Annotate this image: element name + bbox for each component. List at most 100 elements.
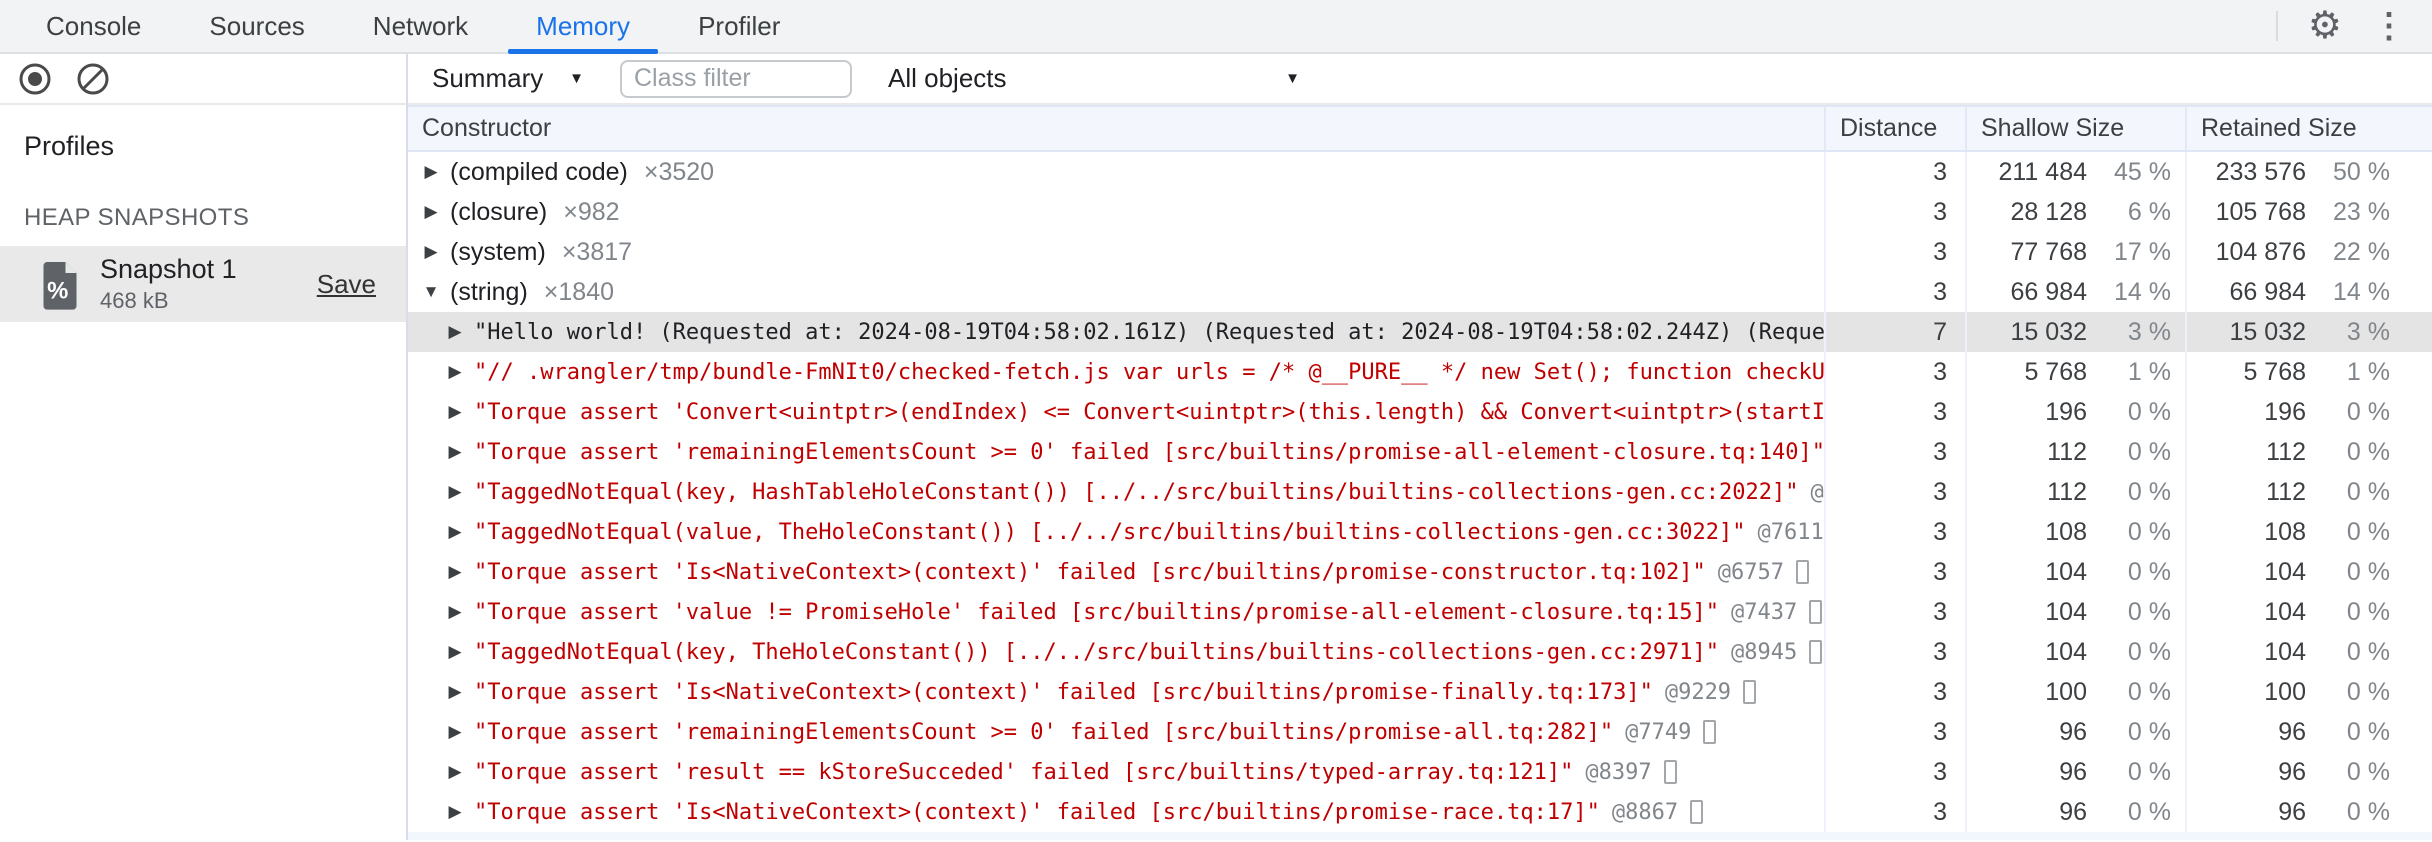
expander-triangle-icon[interactable]: ▶ [446,322,464,342]
string-value: "Torque assert 'remainingElementsCount >… [474,439,1824,465]
missing-glyph-box-icon [1703,720,1717,744]
retained-size-value: 233 576 [2215,157,2306,186]
devtools-tabbar: Console Sources Network Memory Profiler … [0,0,2432,54]
record-heap-snapshot-icon[interactable] [18,62,52,96]
instance-count: ×3520 [643,157,715,186]
shallow-size-percent: 6 % [2127,197,2171,226]
retained-size-value: 112 [2266,477,2306,506]
constructor-name: (compiled code) [450,157,628,186]
distance-value: 3 [1824,352,1965,392]
expander-triangle-icon[interactable]: ▶ [446,682,464,702]
table-row[interactable]: ▶ "Torque assert 'Is<NativeContext>(cont… [408,792,2432,832]
tab-memory[interactable]: Memory [502,0,664,54]
shallow-size-value: 66 984 [2010,277,2087,306]
retained-size-percent: 0 % [2346,557,2390,586]
expander-triangle-icon[interactable]: ▶ [446,402,464,422]
object-id: @7437 [1731,599,1798,625]
table-row[interactable]: ▶ "TaggedNotEqual(key, TheHoleConstant()… [408,632,2432,672]
shallow-size-value: 112 [2047,437,2087,466]
shallow-size-value: 104 [2045,557,2087,586]
column-header-constructor[interactable]: Constructor [408,107,1824,150]
retained-size-percent: 50 % [2333,157,2390,186]
table-row[interactable]: ▶ (system) ×3817 3 77 768 17 % 104 876 2… [408,232,2432,272]
table-row[interactable]: ▶ "Torque assert 'value != PromiseHole' … [408,592,2432,632]
retained-size-percent: 3 % [2346,317,2390,346]
perspective-select[interactable]: Summary ▼ [418,54,598,103]
expander-triangle-icon[interactable]: ▶ [446,802,464,822]
object-id: @8867 [1611,799,1679,825]
table-row[interactable]: ▶ "Hello world! (Requested at: 2024-08-1… [408,312,2432,352]
string-value: "Torque assert 'Convert<uintptr>(endInde… [474,399,1824,425]
expander-triangle-icon[interactable]: ▶ [422,242,440,262]
table-row[interactable]: ▶ "Torque assert 'remainingElementsCount… [408,712,2432,752]
save-snapshot-link[interactable]: Save [317,269,376,300]
table-row[interactable]: ▶ (compiled code) ×3520 3 211 484 45 % 2… [408,152,2432,192]
shallow-size-percent: 45 % [2114,157,2171,186]
table-row[interactable]: ▶ (closure) ×982 3 28 128 6 % 105 768 23… [408,192,2432,232]
table-row[interactable]: ▼ (string) ×1840 3 66 984 14 % 66 984 14… [408,272,2432,312]
expander-triangle-icon[interactable]: ▶ [422,162,440,182]
table-row[interactable]: ▶ "Torque assert 'remainingElementsCount… [408,432,2432,472]
snapshot-name: Snapshot 1 [100,254,237,284]
expander-triangle-icon[interactable]: ▶ [446,722,464,742]
tab-network[interactable]: Network [339,0,502,52]
object-id: @6757 [1717,559,1785,585]
expander-triangle-icon[interactable]: ▶ [446,562,464,582]
table-row[interactable]: ▶ "// .wrangler/tmp/bundle-FmNIt0/checke… [408,352,2432,392]
expander-triangle-icon[interactable]: ▶ [446,602,464,622]
table-row[interactable]: ▶ "Torque assert 'result == kStoreSucced… [408,752,2432,792]
expander-triangle-icon[interactable]: ▶ [446,442,464,462]
tab-console[interactable]: Console [12,0,175,52]
table-row[interactable]: ▶ "TaggedNotEqual(value, TheHoleConstant… [408,512,2432,552]
shallow-size-percent: 0 % [2127,597,2171,626]
clear-profiles-icon[interactable] [76,62,110,96]
objects-filter-select[interactable]: All objects ▼ [874,54,1314,103]
devtools-memory-panel: Console Sources Network Memory Profiler … [0,0,2432,842]
expander-triangle-icon[interactable]: ▶ [422,202,440,222]
shallow-size-percent: 0 % [2127,637,2171,666]
class-filter-input[interactable] [620,59,852,98]
shallow-size-percent: 0 % [2127,437,2171,466]
expander-triangle-icon[interactable]: ▶ [446,642,464,662]
shallow-size-percent: 0 % [2127,677,2171,706]
chevron-down-icon: ▼ [569,70,584,87]
expander-triangle-icon[interactable]: ▶ [446,522,464,542]
column-header-retained-size[interactable]: Retained Size [2185,107,2428,150]
expander-triangle-icon[interactable]: ▼ [422,282,440,302]
tab-sources[interactable]: Sources [175,0,338,52]
expander-triangle-icon[interactable]: ▶ [446,762,464,782]
shallow-size-value: 100 [2045,677,2087,706]
instance-count: ×3817 [561,237,633,266]
retained-size-value: 196 [2264,397,2306,426]
shallow-size-value: 108 [2045,517,2087,546]
grid-body: ▶ (compiled code) ×3520 3 211 484 45 % 2… [408,152,2432,832]
column-header-shallow-size[interactable]: Shallow Size [1965,107,2185,150]
expander-triangle-icon[interactable]: ▶ [446,482,464,502]
table-row[interactable]: ▶ "Torque assert 'Convert<uintptr>(endIn… [408,392,2432,432]
table-row[interactable]: ▶ "TaggedNotEqual(key, HashTableHoleCons… [408,472,2432,512]
string-value: "Hello world! (Requested at: 2024-08-19T… [474,319,1824,345]
more-options-icon[interactable]: ⋮ [2372,9,2406,43]
shallow-size-percent: 0 % [2127,477,2171,506]
retained-size-percent: 1 % [2346,357,2390,386]
table-row[interactable]: ▶ "Torque assert 'Is<NativeContext>(cont… [408,672,2432,712]
retained-size-percent: 0 % [2346,637,2390,666]
table-row[interactable]: ▶ "Torque assert 'Is<NativeContext>(cont… [408,552,2432,592]
tab-profiler[interactable]: Profiler [664,0,814,52]
distance-value: 3 [1824,672,1965,712]
snapshot-list-item[interactable]: % Snapshot 1 468 kB Save [0,246,406,322]
retained-size-value: 96 [2278,757,2306,786]
shallow-size-percent: 1 % [2127,357,2171,386]
retained-size-percent: 14 % [2333,277,2390,306]
settings-gear-icon[interactable]: ⚙ [2308,7,2342,45]
string-value: "Torque assert 'remainingElementsCount >… [474,719,1614,745]
retained-size-percent: 0 % [2346,397,2390,426]
retained-size-value: 104 [2264,557,2306,586]
missing-glyph-box-icon [1796,560,1810,584]
column-header-distance[interactable]: Distance [1824,107,1965,150]
heap-snapshot-view: Summary ▼ All objects ▼ Constructor Dist… [408,54,2432,840]
constructor-name: (system) [450,237,546,266]
string-value: "// .wrangler/tmp/bundle-FmNIt0/checked-… [474,359,1824,385]
heap-snapshots-section-label: HEAP SNAPSHOTS [24,204,250,231]
expander-triangle-icon[interactable]: ▶ [446,362,464,382]
